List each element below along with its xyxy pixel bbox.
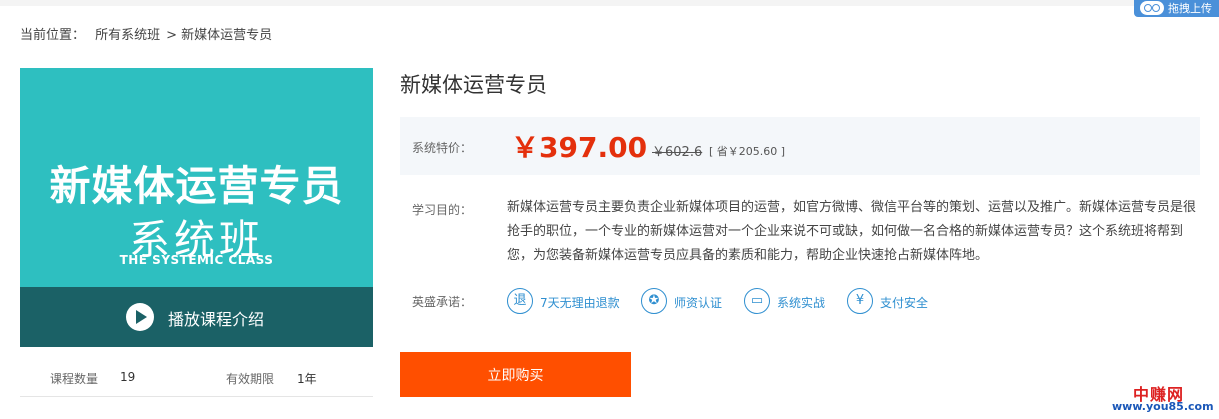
top-strip <box>0 0 1219 6</box>
price-label: 系统特价： <box>412 141 473 155</box>
promise-payment-label: 支付安全 <box>880 296 929 310</box>
play-intro-label: 播放课程介绍 <box>168 310 265 329</box>
price-box: 系统特价： ￥397.00 ￥602.6 [ 省￥205.60 ] <box>400 117 1200 175</box>
course-cover: 新媒体运营专员 系统班 THE SYSTEMIC CLASS 播放课程介绍 <box>20 68 373 347</box>
original-price: ￥602.6 <box>652 145 703 160</box>
course-title: 新媒体运营专员 <box>400 73 547 97</box>
current-price: ￥397.00 <box>511 131 648 164</box>
promise-refund-label: 7天无理由退款 <box>540 296 620 310</box>
yen-shield-icon: ¥ <box>847 288 873 314</box>
drag-upload-tab[interactable]: 拖拽上传 <box>1134 0 1219 17</box>
cover-title: 新媒体运营专员 <box>49 162 344 210</box>
validity-value: 1年 <box>297 372 317 386</box>
breadcrumb: 当前位置： 所有系统班 > 新媒体运营专员 <box>20 24 278 43</box>
play-intro-button[interactable]: 播放课程介绍 <box>20 287 373 347</box>
breadcrumb-separator: > <box>166 28 178 43</box>
breadcrumb-prefix: 当前位置： <box>20 28 86 43</box>
course-count-value: 19 <box>120 370 136 384</box>
breadcrumb-current: 新媒体运营专员 <box>181 28 273 43</box>
play-icon <box>126 303 154 331</box>
medal-icon: ✪ <box>641 288 667 314</box>
promise-label: 英盛承诺： <box>412 295 473 309</box>
course-stats: 课程数量 19 有效期限 1年 <box>20 348 373 397</box>
monitor-icon: ▭ <box>744 288 770 314</box>
validity-label: 有效期限 <box>226 372 275 386</box>
savings-amount: [ 省￥205.60 ] <box>709 145 786 158</box>
promise-teacher-label: 师资认证 <box>674 296 723 310</box>
goal-label: 学习目的： <box>412 203 473 217</box>
course-count-label: 课程数量 <box>50 372 99 386</box>
promise-practical-label: 系统实战 <box>777 296 826 310</box>
cover-english-caption: THE SYSTEMIC CLASS <box>119 253 274 267</box>
watermark-logo: 中赚网 www.you85.com <box>1112 381 1217 417</box>
goal-description: 新媒体运营专员主要负责企业新媒体项目的运营，如官方微博、微信平台等的策划、运营以… <box>507 200 1197 263</box>
refund-icon: 退 <box>507 288 533 314</box>
cloud-link-icon <box>1140 1 1164 15</box>
watermark-url: www.you85.com <box>1112 400 1214 413</box>
buy-now-button[interactable]: 立即购买 <box>400 352 631 397</box>
breadcrumb-link-all-classes[interactable]: 所有系统班 <box>95 28 160 43</box>
drag-upload-label: 拖拽上传 <box>1168 2 1212 15</box>
